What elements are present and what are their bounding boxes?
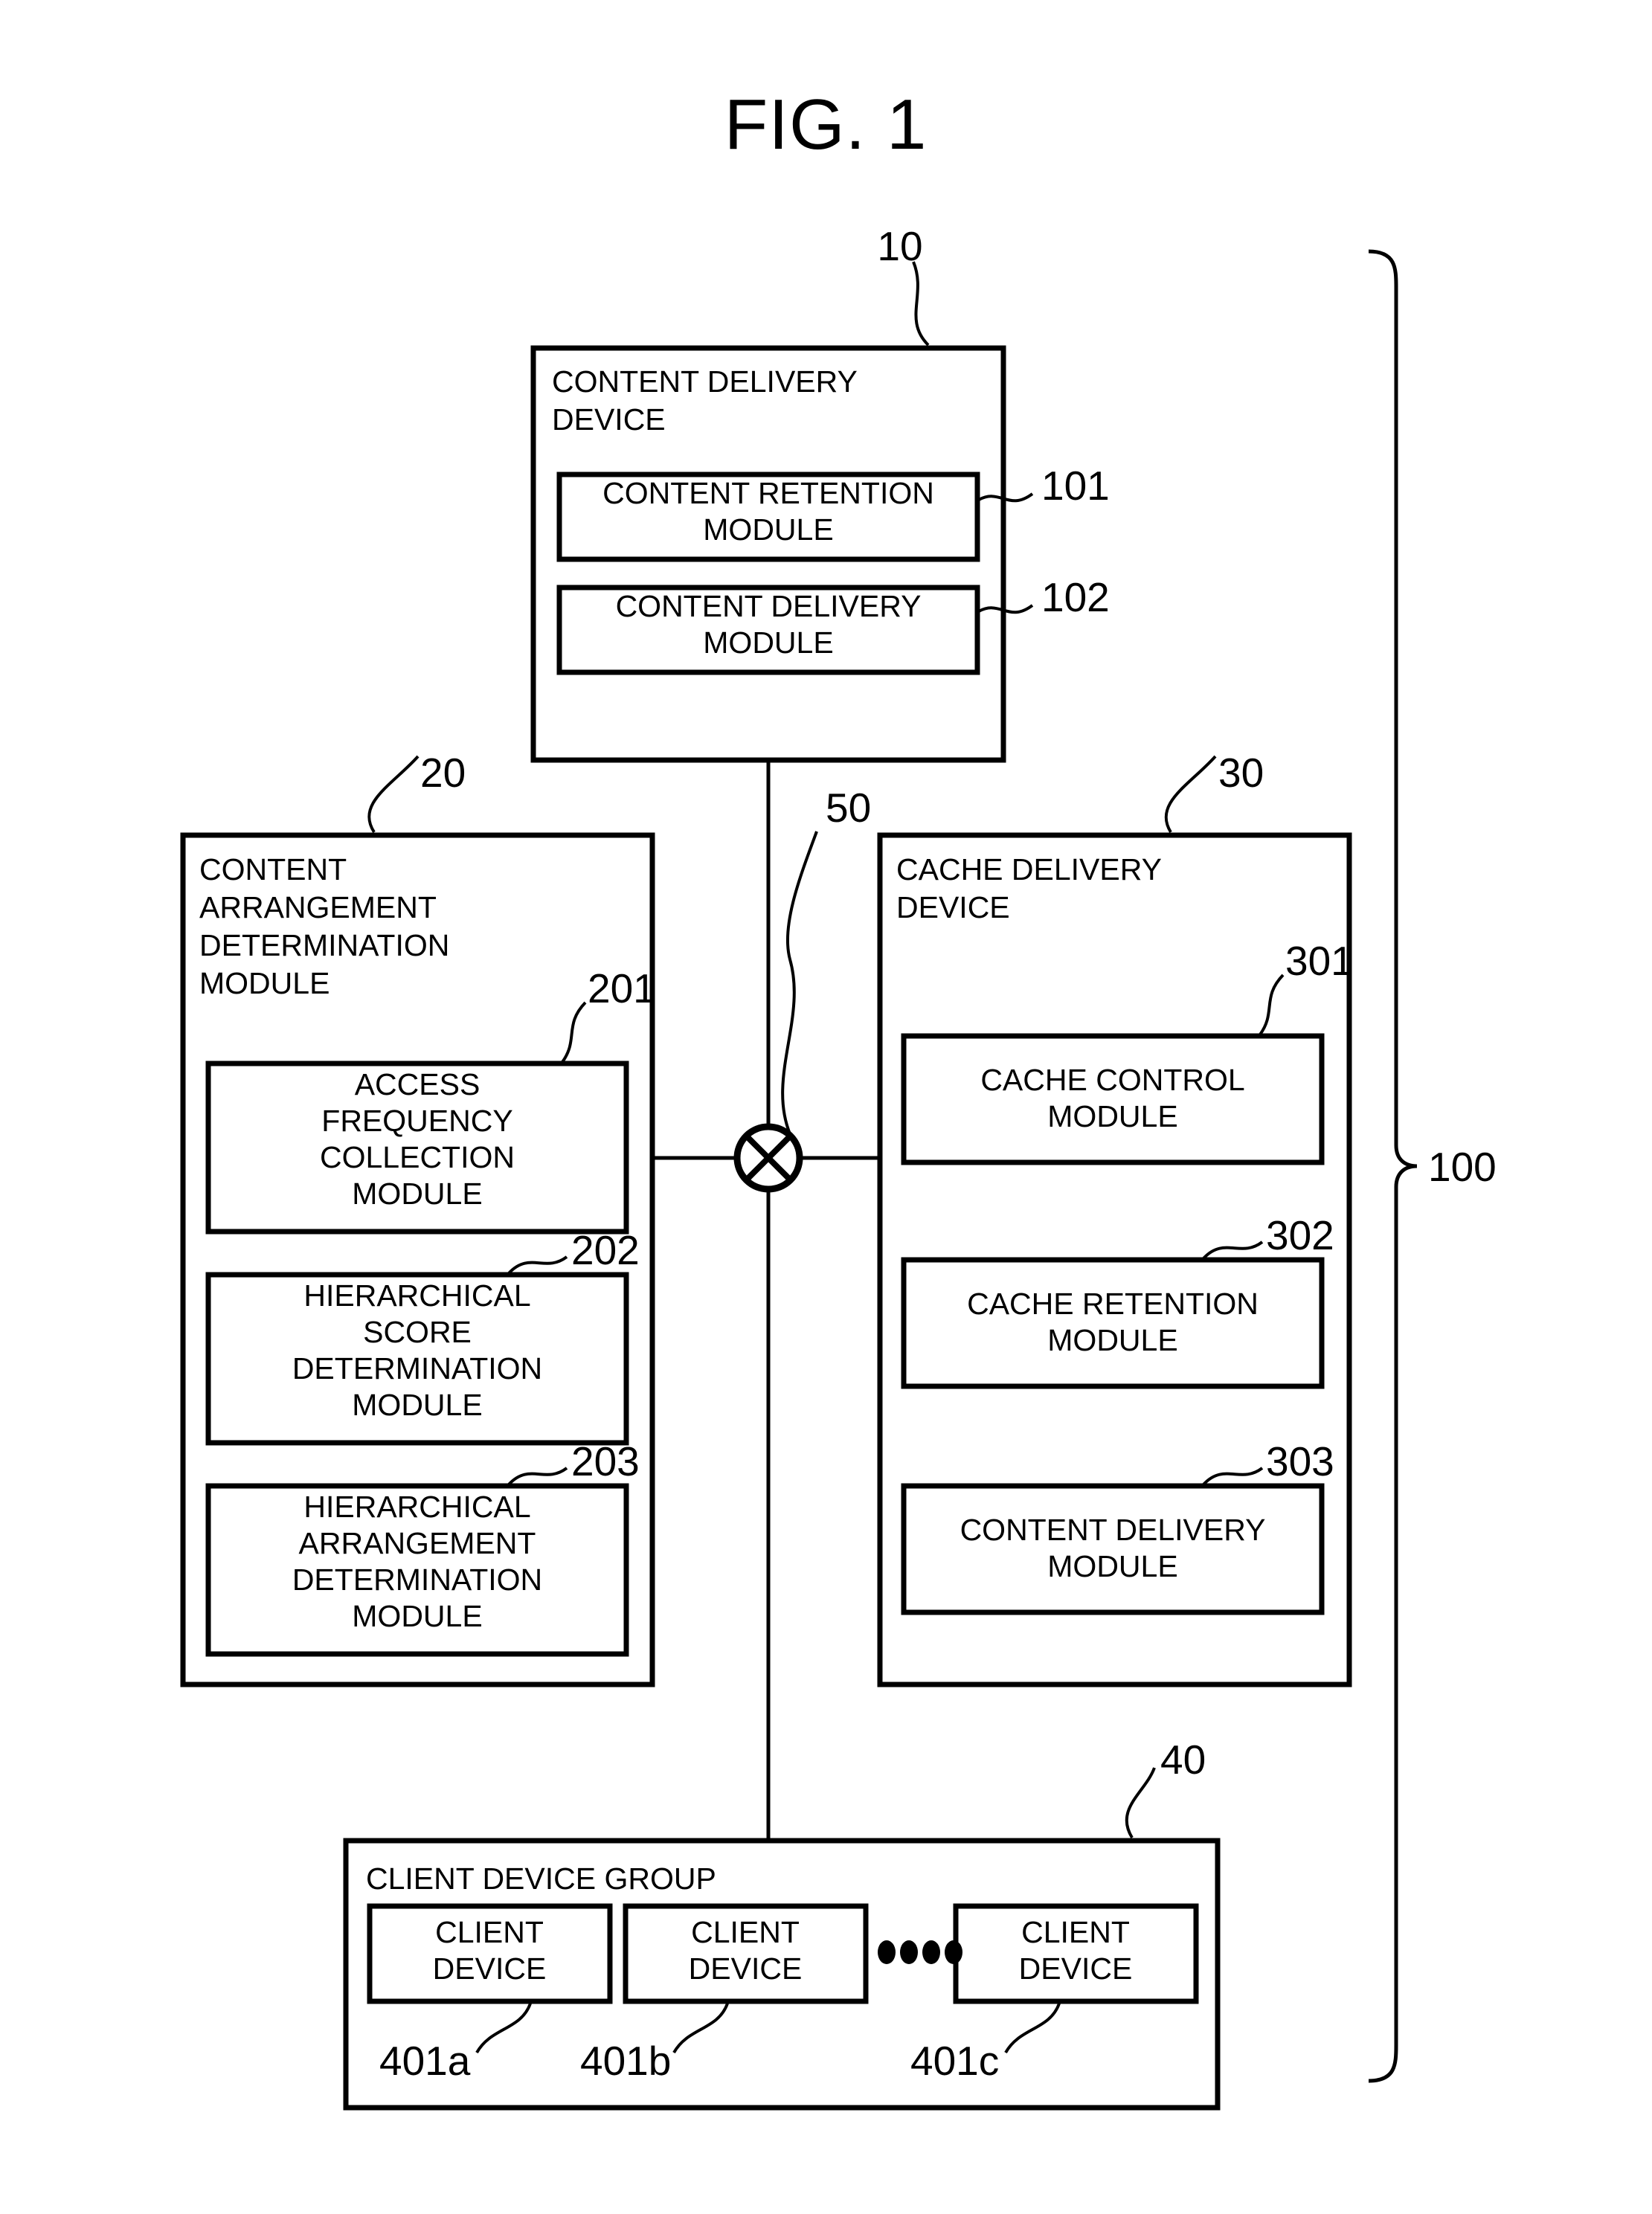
leader-line-20 bbox=[367, 755, 420, 834]
ref-number-100: 100 bbox=[1428, 1144, 1497, 1190]
ref-number-401a: 401a bbox=[379, 2038, 471, 2084]
ref-number-50: 50 bbox=[826, 785, 871, 831]
ref-number-302: 302 bbox=[1266, 1212, 1334, 1258]
client-device-group-group: CLIENT DEVICE GROUP 40 CLIENT DEVICE 401… bbox=[343, 1737, 1221, 2111]
cache-control-module-label-line1: CACHE CONTROL bbox=[980, 1063, 1244, 1097]
content-delivery-device-title-line2: DEVICE bbox=[552, 402, 666, 437]
cache-delivery-device-group: CACHE DELIVERY DEVICE 30 CACHE CONTROL M… bbox=[877, 750, 1354, 1687]
content-delivery-module-label-line2: MODULE bbox=[703, 625, 833, 660]
content-delivery-device-title-line1: CONTENT DELIVERY bbox=[552, 364, 858, 399]
ref-number-102: 102 bbox=[1041, 574, 1110, 620]
ref-number-401c: 401c bbox=[910, 2038, 999, 2084]
leader-line-401b bbox=[672, 2003, 729, 2054]
leader-line-50 bbox=[781, 831, 818, 1136]
hadm-label-line3: DETERMINATION bbox=[292, 1563, 542, 1597]
client-device-401a-label-line2: DEVICE bbox=[433, 1951, 547, 1986]
hsdm-label-line3: DETERMINATION bbox=[292, 1351, 542, 1386]
content-delivery-module-label-line1: CONTENT DELIVERY bbox=[616, 589, 922, 623]
ref-number-303: 303 bbox=[1266, 1438, 1334, 1484]
cache-delivery-device-title-line2: DEVICE bbox=[896, 890, 1010, 924]
network-node-group: 50 bbox=[733, 785, 871, 1193]
content-delivery-device-group: CONTENT DELIVERY DEVICE 10 CONTENT RETEN… bbox=[530, 223, 1110, 763]
ref-number-202: 202 bbox=[571, 1227, 640, 1273]
system-bracket bbox=[1368, 249, 1418, 2083]
content-retention-module-label-line1: CONTENT RETENTION bbox=[602, 476, 934, 510]
cadm-title-line1: CONTENT bbox=[199, 852, 347, 886]
cache-retention-module-label-line2: MODULE bbox=[1047, 1323, 1177, 1357]
ref-number-203: 203 bbox=[571, 1438, 640, 1484]
leader-line-302 bbox=[1202, 1240, 1264, 1260]
leader-line-301 bbox=[1259, 974, 1285, 1036]
figure-canvas: FIG. 1 CONTENT DELIVERY DEVICE 10 CONTEN… bbox=[180, 85, 1497, 2111]
system-bracket-group: 100 bbox=[1368, 249, 1497, 2083]
hsdm-label-line1: HIERARCHICAL bbox=[303, 1278, 530, 1313]
leader-line-10 bbox=[912, 261, 930, 347]
leader-line-30 bbox=[1164, 755, 1217, 834]
cache-retention-module-label-line1: CACHE RETENTION bbox=[967, 1287, 1259, 1321]
cadm-title-line2: ARRANGEMENT bbox=[199, 890, 437, 924]
leader-line-202 bbox=[507, 1255, 568, 1275]
ref-number-40: 40 bbox=[1160, 1737, 1206, 1783]
client-device-401b-label-line1: CLIENT bbox=[691, 1915, 800, 1949]
hsdm-label-line4: MODULE bbox=[352, 1388, 482, 1422]
leader-line-203 bbox=[507, 1467, 568, 1486]
leader-line-401a bbox=[475, 2003, 532, 2054]
ref-number-30: 30 bbox=[1218, 750, 1264, 796]
client-device-group-title: CLIENT DEVICE GROUP bbox=[366, 1861, 716, 1896]
cadm-title-line4: MODULE bbox=[199, 966, 330, 1000]
afcm-label-line2: FREQUENCY bbox=[321, 1104, 512, 1138]
hadm-label-line2: ARRANGEMENT bbox=[299, 1526, 536, 1560]
content-arrangement-determination-module-group: CONTENT ARRANGEMENT DETERMINATION MODULE… bbox=[180, 750, 656, 1687]
cache-control-module-label-line2: MODULE bbox=[1047, 1099, 1177, 1133]
client-device-401c-label-line1: CLIENT bbox=[1021, 1915, 1130, 1949]
ref-number-20: 20 bbox=[420, 750, 466, 796]
afcm-label-line1: ACCESS bbox=[355, 1067, 481, 1101]
content-delivery-module-303-label-line1: CONTENT DELIVERY bbox=[960, 1513, 1266, 1547]
cadm-title-line3: DETERMINATION bbox=[199, 928, 449, 962]
ref-number-10: 10 bbox=[877, 223, 922, 269]
leader-line-303 bbox=[1202, 1467, 1264, 1486]
content-retention-module-label-line2: MODULE bbox=[703, 512, 833, 547]
cache-delivery-device-title-line1: CACHE DELIVERY bbox=[896, 852, 1162, 886]
client-device-401a-label-line1: CLIENT bbox=[435, 1915, 544, 1949]
ellipsis-dots-icon bbox=[878, 1940, 962, 1964]
hsdm-label-line2: SCORE bbox=[363, 1315, 472, 1349]
afcm-label-line4: MODULE bbox=[352, 1177, 482, 1211]
patent-figure-root: FIG. 1 CONTENT DELIVERY DEVICE 10 CONTEN… bbox=[0, 0, 1652, 2214]
hadm-label-line1: HIERARCHICAL bbox=[303, 1490, 530, 1524]
ref-number-201: 201 bbox=[588, 965, 656, 1011]
ref-number-401b: 401b bbox=[580, 2038, 671, 2084]
content-delivery-module-303-label-line2: MODULE bbox=[1047, 1549, 1177, 1583]
ref-number-101: 101 bbox=[1041, 463, 1110, 509]
client-device-401c-label-line2: DEVICE bbox=[1019, 1951, 1133, 1986]
client-device-401b-label-line2: DEVICE bbox=[689, 1951, 803, 1986]
leader-line-201 bbox=[561, 1001, 587, 1063]
leader-line-40 bbox=[1125, 1767, 1156, 1839]
hadm-label-line4: MODULE bbox=[352, 1599, 482, 1633]
leader-line-401c bbox=[1004, 2003, 1061, 2054]
figure-title: FIG. 1 bbox=[724, 85, 928, 164]
afcm-label-line3: COLLECTION bbox=[320, 1140, 515, 1174]
ref-number-301: 301 bbox=[1285, 938, 1354, 984]
